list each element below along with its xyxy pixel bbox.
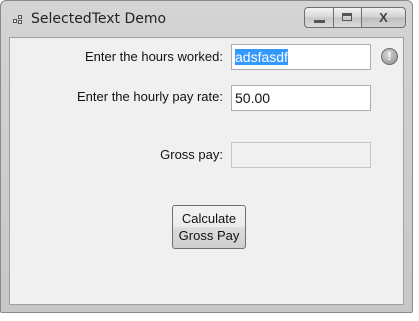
title-bar[interactable]: SelectedText Demo X (1, 1, 412, 37)
app-window-icon (13, 15, 24, 25)
error-icon[interactable]: ! (381, 48, 398, 65)
minimize-icon (314, 20, 325, 23)
gross-pay-label: Gross pay: (160, 147, 223, 162)
calculate-gross-pay-button[interactable]: Calculate Gross Pay (172, 205, 246, 249)
hours-worked-input[interactable]: adsfasdf (231, 44, 371, 70)
hours-worked-label: Enter the hours worked: (84, 49, 223, 64)
caption-buttons: X (304, 7, 406, 28)
gross-pay-output (231, 142, 371, 168)
hours-worked-selected-text: adsfasdf (235, 49, 288, 65)
window-title: SelectedText Demo (31, 11, 167, 27)
maximize-icon (342, 13, 352, 21)
hourly-rate-label: Enter the hourly pay rate: (77, 89, 223, 104)
app-window: SelectedText Demo X Enter the hours work… (0, 0, 413, 313)
maximize-button[interactable] (334, 7, 362, 28)
close-button[interactable]: X (362, 7, 406, 28)
form-client-area: Enter the hours worked: adsfasdf ! Enter… (9, 37, 404, 305)
close-icon: X (379, 10, 388, 25)
calculate-button-line1: Calculate (181, 211, 237, 226)
hourly-rate-input[interactable]: 50.00 (231, 85, 371, 111)
minimize-button[interactable] (304, 7, 334, 28)
calculate-button-line2: Gross Pay (178, 228, 240, 243)
